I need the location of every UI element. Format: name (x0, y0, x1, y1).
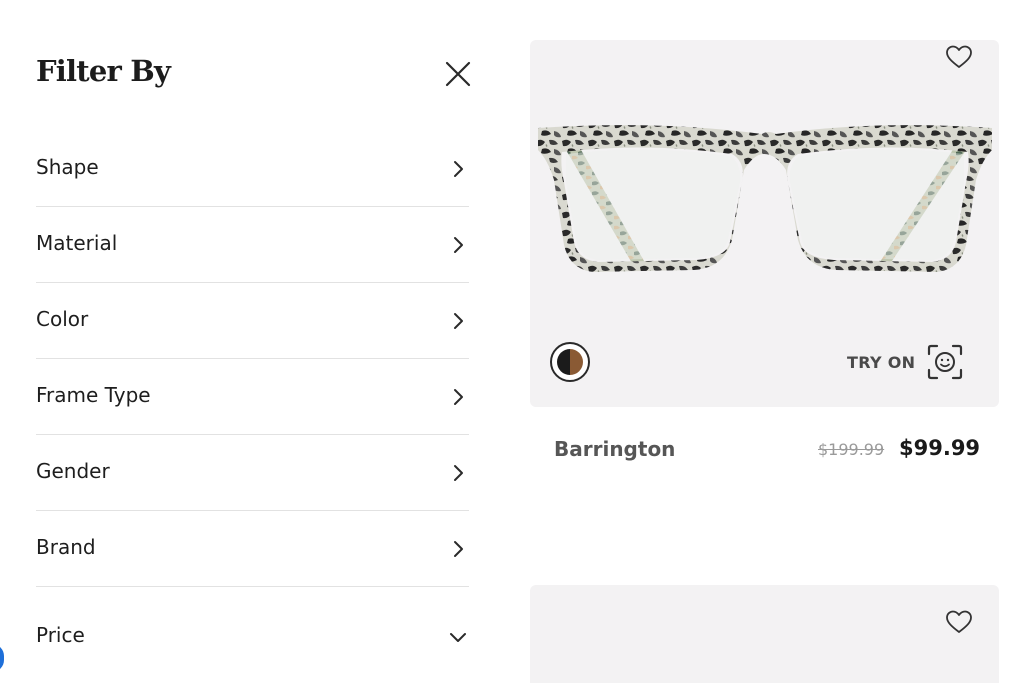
chat-widget-edge[interactable] (0, 644, 4, 672)
filter-item-price[interactable]: Price (36, 587, 469, 683)
filter-item-color[interactable]: Color (36, 283, 469, 359)
filter-item-label: Shape (36, 155, 99, 179)
filter-title: Filter By (36, 54, 171, 88)
favorite-button[interactable] (944, 607, 974, 637)
filter-item-shape[interactable]: Shape (36, 131, 469, 207)
chevron-right-icon (454, 541, 463, 557)
filter-item-label: Gender (36, 459, 110, 483)
chevron-right-icon (454, 389, 463, 405)
filter-panel: Filter By Shape Material Color Frame Typ… (36, 0, 471, 683)
try-on-label: TRY ON (847, 352, 916, 372)
original-price: $199.99 (818, 440, 885, 459)
chevron-right-icon (454, 465, 463, 481)
chevron-right-icon (454, 161, 463, 177)
chevron-right-icon (454, 237, 463, 253)
product-card[interactable] (530, 585, 999, 683)
close-icon (445, 61, 471, 87)
filter-item-label: Frame Type (36, 383, 151, 407)
filter-item-label: Material (36, 231, 118, 255)
filter-item-label: Brand (36, 535, 96, 559)
close-button[interactable] (442, 58, 474, 90)
product-image-eyeglasses (538, 125, 992, 272)
face-scan-icon (928, 344, 963, 380)
filter-item-frame-type[interactable]: Frame Type (36, 359, 469, 435)
filter-item-label: Color (36, 307, 89, 331)
chevron-right-icon (454, 313, 463, 329)
filter-item-gender[interactable]: Gender (36, 435, 469, 511)
try-on-button[interactable]: TRY ON (847, 342, 963, 382)
heart-outline-icon (946, 45, 972, 68)
filter-list: Shape Material Color Frame Type Gender B… (36, 131, 469, 683)
product-card[interactable]: TRY ON (530, 40, 999, 407)
filter-item-label: Price (36, 623, 85, 647)
chevron-down-icon (450, 633, 466, 642)
filter-item-brand[interactable]: Brand (36, 511, 469, 587)
color-swatch[interactable] (550, 342, 590, 382)
filter-item-material[interactable]: Material (36, 207, 469, 283)
color-swatch-fill (557, 349, 583, 375)
heart-outline-icon (946, 610, 972, 633)
favorite-button[interactable] (944, 42, 974, 72)
sale-price: $99.99 (899, 436, 981, 460)
product-name[interactable]: Barrington (554, 437, 675, 461)
